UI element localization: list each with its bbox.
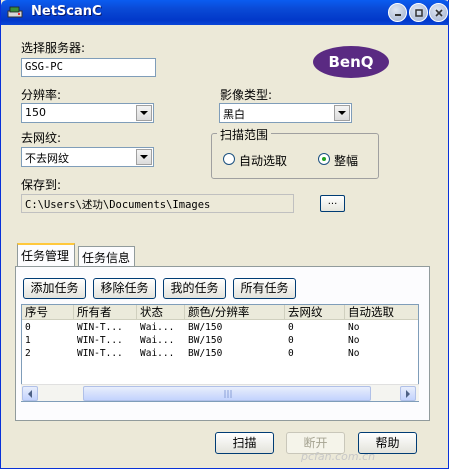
cell-descreen: 0 <box>288 322 294 333</box>
watermark: pcfan.com.cn <box>301 450 376 463</box>
cell-descreen: 0 <box>288 335 294 346</box>
scan-button[interactable]: 扫描 <box>215 432 274 454</box>
save-to-label: 保存到: <box>21 178 62 192</box>
tab-task-info[interactable]: 任务信息 <box>78 246 135 266</box>
add-task-button[interactable]: 添加任务 <box>23 278 86 299</box>
scan-area-title: 扫描范围 <box>217 126 272 143</box>
image-type-label: 影像类型: <box>220 88 273 102</box>
radio-full-page[interactable] <box>318 153 330 165</box>
close-icon <box>434 8 443 17</box>
arrow-right-icon <box>406 389 410 398</box>
cell-owner: WIN-T... <box>77 335 123 346</box>
cell-index: 0 <box>25 322 31 333</box>
cell-index: 2 <box>25 348 31 359</box>
column-header-index[interactable]: 序号 <box>22 305 74 320</box>
image-type-value: 黑白 <box>223 108 245 121</box>
scroll-left-button[interactable] <box>22 386 38 401</box>
chevron-down-icon <box>338 111 346 115</box>
cell-auto-select: No <box>348 322 360 333</box>
image-type-dropdown-arrow[interactable] <box>334 105 350 121</box>
resolution-value: 150 <box>25 106 46 119</box>
radio-auto-select[interactable] <box>223 153 235 165</box>
scroll-thumb[interactable] <box>83 386 371 401</box>
cell-descreen: 0 <box>288 348 294 359</box>
scanner-app-icon <box>7 6 23 18</box>
window-title: NetScanC <box>31 4 102 19</box>
descreen-label: 去网纹: <box>21 131 62 145</box>
save-path-field: C:\Users\述功\Documents\Images <box>21 194 294 213</box>
restore-icon <box>414 8 423 17</box>
descreen-dropdown-arrow[interactable] <box>136 149 152 165</box>
all-tasks-button[interactable]: 所有任务 <box>233 278 296 299</box>
cell-status: Wai... <box>140 335 175 346</box>
server-input[interactable]: GSG-PC <box>21 58 156 77</box>
remove-task-button[interactable]: 移除任务 <box>93 278 156 299</box>
browse-button[interactable]: ... <box>320 195 345 212</box>
scroll-right-button[interactable] <box>400 386 416 401</box>
chevron-down-icon <box>140 111 148 115</box>
cell-color-resolution: BW/150 <box>188 335 223 346</box>
resolution-select[interactable]: 150 <box>21 103 154 123</box>
close-button[interactable] <box>429 3 448 22</box>
cell-color-resolution: BW/150 <box>188 322 223 333</box>
horizontal-scrollbar[interactable] <box>21 384 419 401</box>
descreen-value: 不去网纹 <box>25 152 69 165</box>
tab-task-management[interactable]: 任务管理 <box>17 243 75 267</box>
radio-full-page-label[interactable]: 整幅 <box>334 152 358 169</box>
radio-auto-select-label[interactable]: 自动选取 <box>239 152 287 169</box>
cell-index: 1 <box>25 335 31 346</box>
column-header-owner[interactable]: 所有者 <box>74 305 137 320</box>
cell-auto-select: No <box>348 348 360 359</box>
column-header-descreen[interactable]: 去网纹 <box>285 305 345 320</box>
grip-icon <box>224 390 232 398</box>
minimize-icon <box>394 13 401 16</box>
title-bar[interactable]: NetScanC <box>1 0 449 25</box>
chevron-down-icon <box>140 155 148 159</box>
minimize-button[interactable] <box>388 3 407 22</box>
netscan-window: NetScanC 选择服务器: GSG-PC BenQ 分辨率: 150 影像类… <box>0 0 449 469</box>
cell-auto-select: No <box>348 335 360 346</box>
column-header-status[interactable]: 状态 <box>137 305 185 320</box>
image-type-select[interactable]: 黑白 <box>219 103 352 123</box>
cell-owner: WIN-T... <box>77 348 123 359</box>
cell-status: Wai... <box>140 322 175 333</box>
column-header-auto-select[interactable]: 自动选取 <box>345 305 418 320</box>
arrow-left-icon <box>28 389 32 398</box>
cell-status: Wai... <box>140 348 175 359</box>
svg-text:BenQ: BenQ <box>328 53 373 71</box>
my-tasks-button[interactable]: 我的任务 <box>163 278 226 299</box>
server-label: 选择服务器: <box>21 41 86 55</box>
descreen-select[interactable]: 不去网纹 <box>21 147 154 167</box>
cell-color-resolution: BW/150 <box>188 348 223 359</box>
restore-button[interactable] <box>409 3 428 22</box>
column-header-color-resolution[interactable]: 颜色/分辨率 <box>185 305 285 320</box>
benq-logo: BenQ <box>313 46 389 78</box>
resolution-label: 分辨率: <box>21 88 62 102</box>
resolution-dropdown-arrow[interactable] <box>136 105 152 121</box>
cell-owner: WIN-T... <box>77 322 123 333</box>
